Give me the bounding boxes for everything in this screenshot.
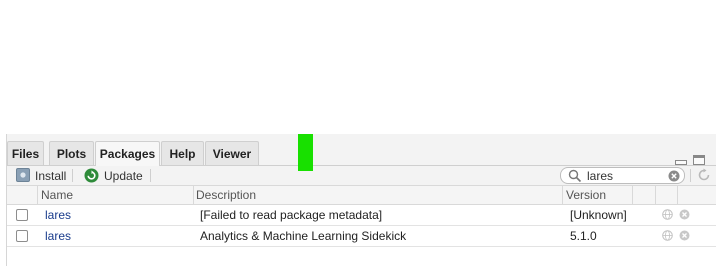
table-header: Name Description Version: [7, 186, 716, 205]
tab-viewer[interactable]: Viewer: [205, 141, 259, 165]
tab-packages[interactable]: Packages: [95, 141, 160, 166]
tab-help[interactable]: Help: [161, 141, 204, 165]
column-header-version[interactable]: Version: [566, 186, 606, 204]
package-name-link[interactable]: lares: [45, 205, 71, 225]
clear-search-icon[interactable]: [668, 170, 680, 182]
packages-toolbar: Install Update: [7, 166, 716, 186]
column-divider: [677, 186, 678, 205]
package-version: 5.1.0: [570, 229, 597, 243]
column-divider: [193, 186, 194, 205]
search-icon: [568, 169, 582, 183]
tab-plots[interactable]: Plots: [49, 141, 94, 165]
packages-table: Name Description Version lares [Failed t…: [7, 186, 716, 266]
globe-icon[interactable]: [662, 209, 673, 220]
toolbar-separator: [72, 169, 73, 182]
tab-bar: Files Plots Packages Help Viewer: [7, 141, 716, 166]
packages-pane: Files Plots Packages Help Viewer Install…: [6, 134, 716, 266]
row-checkbox[interactable]: [16, 209, 28, 221]
package-description: [Failed to read package metadata]: [200, 208, 383, 222]
toolbar-separator: [690, 169, 691, 182]
minimize-pane-icon[interactable]: [675, 160, 687, 165]
remove-package-icon[interactable]: [679, 209, 690, 220]
update-button[interactable]: Update: [104, 167, 143, 185]
tab-files[interactable]: Files: [7, 141, 44, 165]
package-description: Analytics & Machine Learning Sidekick: [200, 229, 407, 243]
package-version: [Unknown]: [570, 208, 627, 222]
table-row: lares Analytics & Machine Learning Sidek…: [7, 226, 716, 247]
install-package-icon: [16, 168, 30, 182]
search-input[interactable]: [587, 169, 667, 182]
column-divider: [655, 186, 656, 205]
package-search-box: [560, 167, 685, 184]
toolbar-separator: [150, 169, 151, 182]
column-divider: [37, 186, 38, 205]
column-header-description[interactable]: Description: [196, 186, 256, 204]
remove-package-icon[interactable]: [679, 230, 690, 241]
refresh-icon[interactable]: [697, 168, 711, 182]
column-divider: [562, 186, 563, 205]
package-name-link[interactable]: lares: [45, 226, 71, 246]
pane-splitter-handle[interactable]: [298, 134, 313, 171]
maximize-pane-icon[interactable]: [693, 155, 705, 165]
row-checkbox[interactable]: [16, 230, 28, 242]
column-divider: [632, 186, 633, 205]
globe-icon[interactable]: [662, 230, 673, 241]
table-row: lares [Failed to read package metadata] …: [7, 205, 716, 226]
column-header-name[interactable]: Name: [41, 186, 73, 204]
install-button[interactable]: Install: [35, 167, 66, 185]
blank-area: [0, 0, 716, 134]
update-icon: [84, 168, 99, 183]
